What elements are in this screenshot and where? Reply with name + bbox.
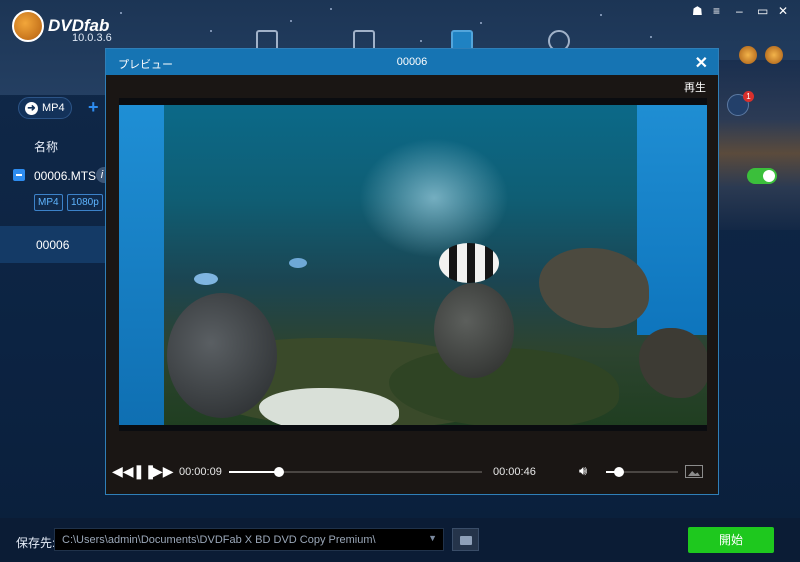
window-close-icon[interactable]: ✕ (778, 4, 788, 18)
small-fish (289, 258, 307, 268)
forward-icon[interactable]: ▶▶ (152, 463, 174, 480)
folder-icon[interactable] (452, 528, 479, 551)
search-mascot-icon[interactable] (765, 46, 783, 64)
toggle-switch[interactable] (747, 168, 777, 184)
playback-status: 再生 (684, 82, 706, 94)
current-time: 00:00:09 (179, 466, 222, 478)
mascot-icon[interactable] (739, 46, 757, 64)
menu-icon[interactable]: ≡ (713, 4, 720, 18)
rewind-icon[interactable]: ◀◀ (112, 463, 134, 480)
logo-icon (12, 10, 44, 42)
tank-wall-left (119, 105, 164, 425)
minimize-icon[interactable]: – (736, 4, 743, 18)
seek-handle[interactable] (273, 467, 284, 477)
seek-bar[interactable] (229, 467, 482, 477)
resolution-tag[interactable]: 1080p (67, 194, 103, 211)
add-button[interactable]: + (88, 97, 99, 118)
dialog-title: プレビュー (118, 59, 173, 71)
rock (639, 328, 707, 398)
skin-icon[interactable]: ☗ (692, 4, 703, 18)
close-icon[interactable]: ✕ (695, 53, 708, 73)
batfish (434, 283, 514, 378)
maximize-icon[interactable]: ▭ (757, 4, 768, 18)
volume-icon[interactable]: 🔊︎ (579, 463, 587, 479)
app-version: 10.0.3.6 (72, 32, 112, 44)
file-name: 00006.MTS (34, 169, 97, 183)
clip-name: 00006 (396, 56, 428, 68)
dialog-titlebar: 00006 プレビュー ✕ (106, 49, 718, 75)
total-time: 00:00:46 (493, 466, 536, 478)
save-path-value: C:\Users\admin\Documents\DVDFab X BD DVD… (62, 534, 376, 546)
arrow-right-icon: ➜ (25, 101, 38, 115)
small-fish (194, 273, 218, 285)
format-button[interactable]: ➜ MP4 (18, 97, 72, 119)
title-row[interactable]: 00006 (0, 226, 110, 263)
rock (539, 248, 649, 328)
snapshot-icon[interactable] (685, 465, 703, 478)
volume-handle[interactable] (613, 467, 624, 477)
preview-dialog: 00006 プレビュー ✕ 再生 ◀◀ ❚❚ ▶▶ 00:00:09 00:00… (105, 48, 719, 495)
title-row-label: 00006 (36, 238, 70, 252)
video-frame[interactable] (119, 98, 707, 431)
save-to-label: 保存先: (16, 536, 56, 550)
batfish (167, 293, 277, 418)
seek-progress (229, 471, 279, 473)
background-landscape (715, 60, 800, 230)
dropdown-icon[interactable]: ▼ (428, 533, 437, 543)
format-label: MP4 (42, 102, 65, 114)
light-glow (359, 138, 509, 258)
start-button[interactable]: 開始 (688, 527, 774, 553)
notification-badge: 1 (743, 91, 754, 102)
file-checkbox[interactable] (13, 169, 25, 181)
moorish-idol (439, 243, 499, 283)
format-tag[interactable]: MP4 (34, 194, 63, 211)
column-header-name: 名称 (34, 140, 59, 154)
save-path-input[interactable]: C:\Users\admin\Documents\DVDFab X BD DVD… (54, 528, 444, 551)
player-controls: ◀◀ ❚❚ ▶▶ 00:00:09 00:00:46 🔊︎ (106, 461, 718, 485)
volume-slider[interactable] (606, 467, 678, 477)
